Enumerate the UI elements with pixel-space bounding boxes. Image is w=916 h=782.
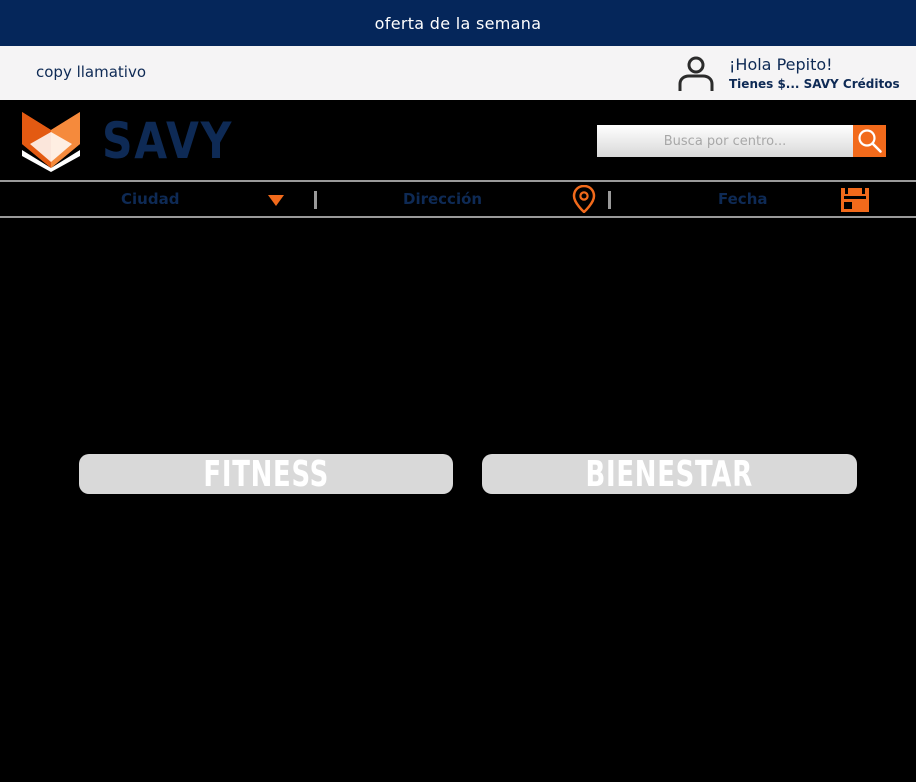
user-bar: copy llamativo ¡Hola Pepito! Tienes $...… <box>0 46 916 100</box>
location-pin-icon[interactable] <box>572 185 596 213</box>
search-icon <box>857 129 882 153</box>
search-input[interactable] <box>597 125 853 157</box>
filter-bar: Ciudad Dirección Fecha <box>0 180 916 218</box>
city-filter[interactable]: Ciudad <box>121 190 179 208</box>
category-fitness-button[interactable]: FITNESS <box>79 453 453 495</box>
logo-text: SAVY <box>102 112 234 170</box>
top-banner[interactable]: oferta de la semana <box>0 0 916 46</box>
search-button[interactable] <box>853 125 886 157</box>
date-filter[interactable]: Fecha <box>718 190 768 208</box>
chevron-down-icon[interactable] <box>267 194 285 207</box>
category-bienestar-label: BIENESTAR <box>585 453 754 495</box>
filter-divider <box>314 191 317 209</box>
top-banner-text[interactable]: oferta de la semana <box>375 14 542 33</box>
user-icon[interactable] <box>676 53 716 93</box>
user-greeting: ¡Hola Pepito! <box>729 55 833 74</box>
user-credits[interactable]: Tienes $... SAVY Créditos <box>729 77 900 91</box>
category-fitness-label: FITNESS <box>203 453 329 495</box>
filter-divider <box>608 191 611 209</box>
address-filter[interactable]: Dirección <box>403 190 482 208</box>
savy-logo[interactable]: SAVY <box>20 110 231 172</box>
calendar-icon[interactable] <box>840 187 870 213</box>
category-bienestar-button[interactable]: BIENESTAR <box>482 453 857 495</box>
promo-copy: copy llamativo <box>36 63 147 81</box>
header: SAVY <box>0 100 916 180</box>
fox-logo-icon <box>22 112 80 172</box>
